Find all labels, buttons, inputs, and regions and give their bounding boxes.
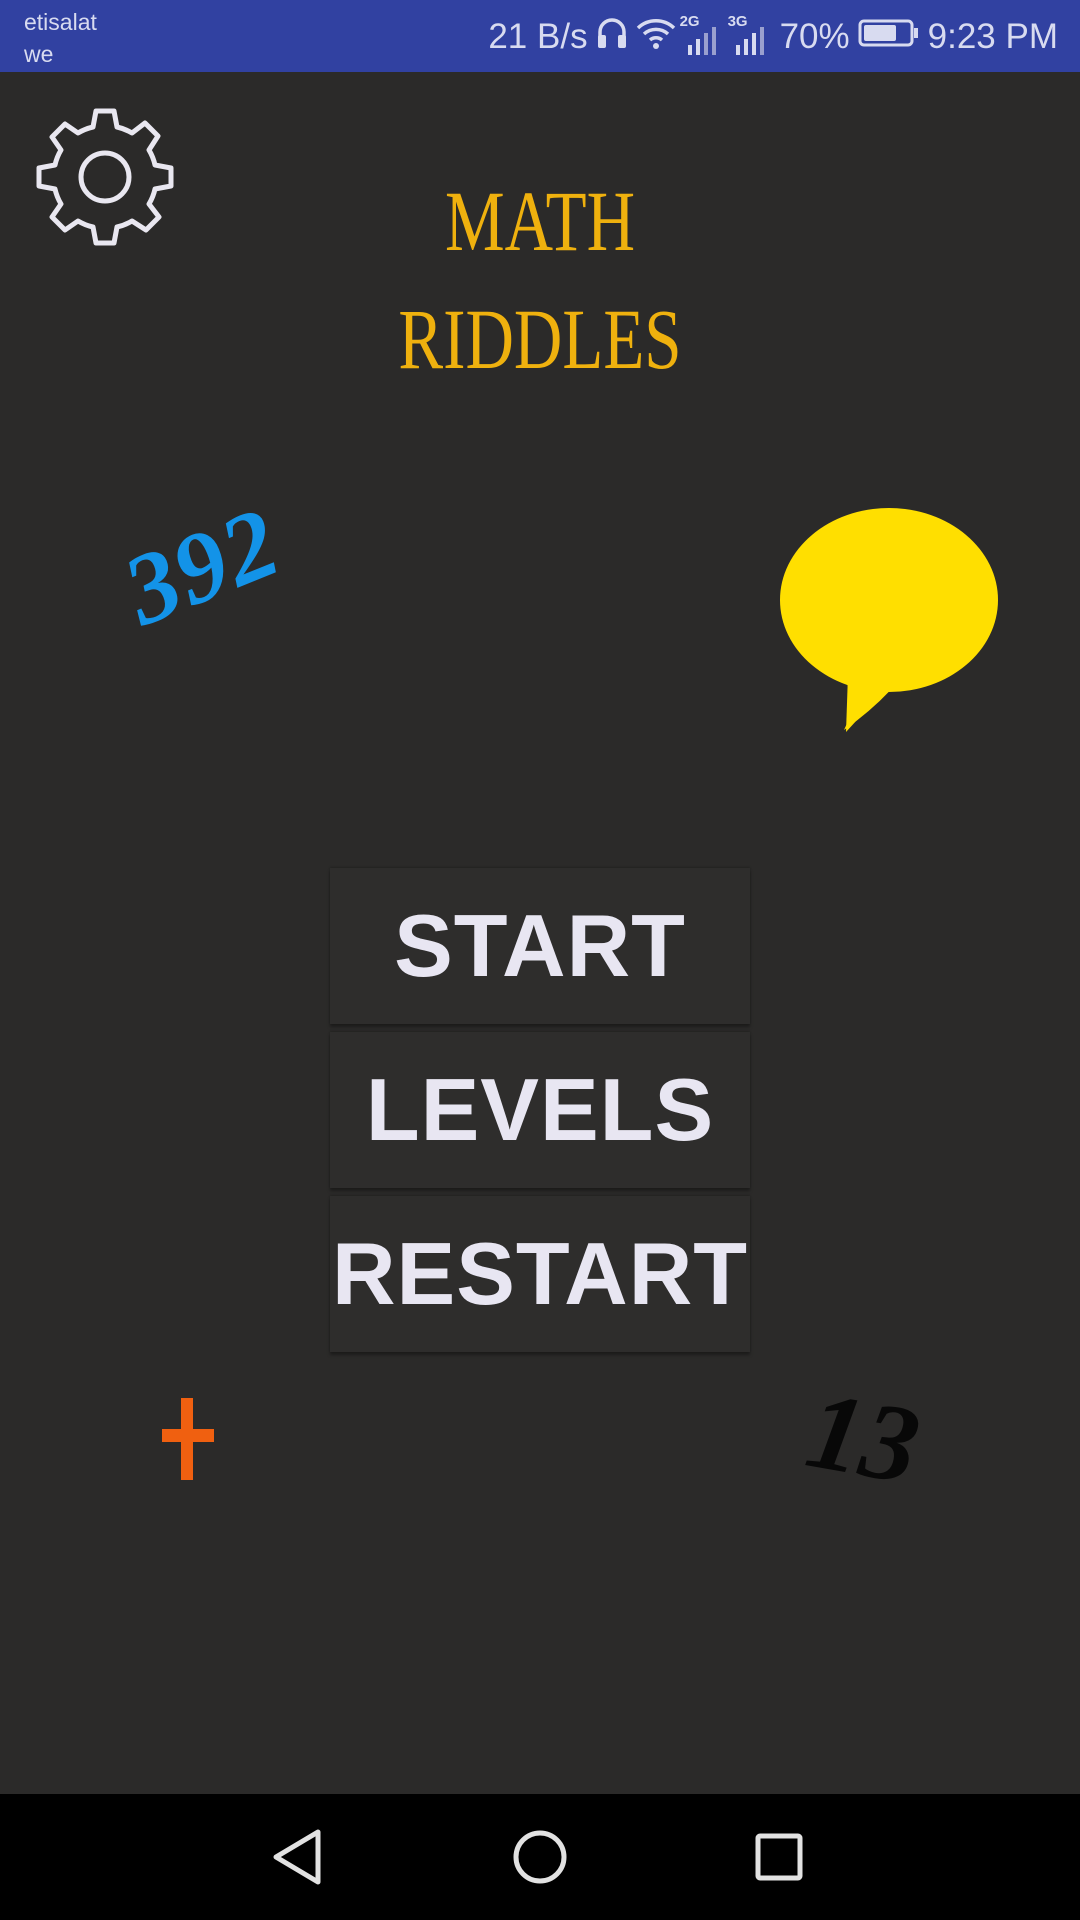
main-screen: MATH RIDDLES 392 START LEVELS RESTART 13 <box>0 72 1080 1794</box>
network-speed: 21 B/s <box>488 17 588 56</box>
carrier-line-1: etisalat <box>24 9 97 35</box>
recents-button[interactable] <box>746 1824 812 1890</box>
battery-icon <box>858 17 920 57</box>
restart-button[interactable]: RESTART <box>330 1196 750 1352</box>
decorative-number-392: 392 <box>108 485 295 647</box>
status-bar: etisalat we 21 B/s 2G 3G 70% 9:23 PM <box>0 0 1080 72</box>
gear-icon <box>36 108 174 246</box>
battery-percent: 70% <box>779 17 850 56</box>
app-title-line-2: RIDDLES <box>398 291 682 387</box>
home-button[interactable] <box>507 1824 573 1890</box>
signal-3g: 3G <box>728 13 772 55</box>
recents-icon <box>755 1833 803 1881</box>
app-title: MATH RIDDLES <box>353 162 727 398</box>
decorative-number-13: 13 <box>798 1367 928 1508</box>
headphones-icon <box>596 16 628 59</box>
settings-button[interactable] <box>34 106 176 248</box>
carrier-line-2: we <box>24 41 54 67</box>
signal-2g: 2G <box>680 13 724 55</box>
back-icon <box>273 1829 321 1885</box>
carrier-name: etisalat we <box>24 6 97 70</box>
clock: 9:23 PM <box>927 17 1058 56</box>
levels-button[interactable]: LEVELS <box>330 1032 750 1188</box>
signal-3g-tag: 3G <box>727 13 748 30</box>
navigation-bar <box>0 1794 1080 1920</box>
signal-2g-tag: 2G <box>679 13 700 30</box>
wifi-icon <box>636 16 676 59</box>
back-button[interactable] <box>266 1824 332 1890</box>
status-indicators: 21 B/s 2G 3G 70% 9:23 PM <box>480 12 1058 62</box>
app-title-line-1: MATH <box>444 173 636 269</box>
home-icon <box>513 1830 567 1884</box>
start-button[interactable]: START <box>330 868 750 1024</box>
decorative-plus-icon <box>158 1394 220 1484</box>
main-menu: START LEVELS RESTART <box>330 868 750 1360</box>
speech-bubble-icon <box>778 504 1000 732</box>
